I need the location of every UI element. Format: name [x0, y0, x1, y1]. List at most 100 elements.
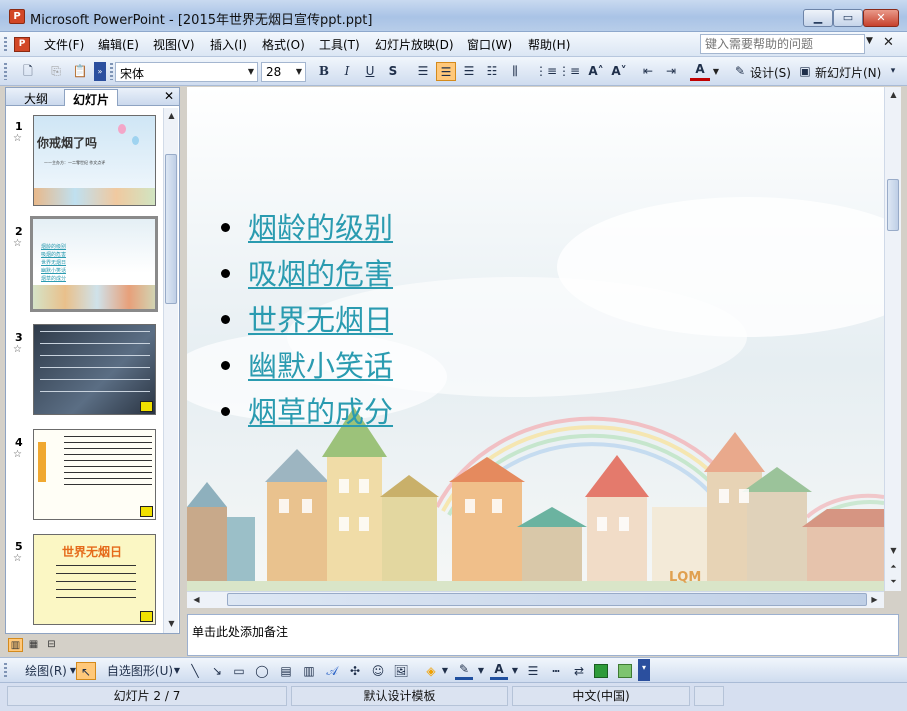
bullet-link[interactable]: 幽默小笑话 — [248, 349, 393, 383]
line-icon[interactable]: ╲ — [186, 662, 204, 680]
bullet-link[interactable]: 烟草的成分 — [248, 395, 393, 429]
new-document-icon[interactable]: 🗋 — [18, 62, 38, 81]
toolbar-gripper-2[interactable] — [110, 63, 113, 80]
diagram-icon[interactable]: ✣ — [346, 662, 364, 680]
menu-format[interactable]: 格式(O) — [262, 36, 305, 53]
copy-icon[interactable]: ⎘ — [46, 62, 66, 81]
toolbar-options-icon[interactable]: ▾ — [638, 659, 650, 681]
toolbar-options-icon[interactable]: » — [94, 62, 106, 81]
tab-outline[interactable]: 大纲 — [16, 89, 56, 106]
scrollbar-thumb[interactable] — [227, 593, 867, 606]
scroll-down-icon[interactable]: ▼ — [886, 543, 901, 558]
scroll-right-icon[interactable]: ▶ — [867, 592, 882, 607]
chevron-down-icon[interactable]: ▼ — [476, 662, 486, 680]
font-color-icon[interactable]: A — [690, 62, 710, 81]
bullets-icon[interactable]: ⋮≡ — [558, 62, 580, 81]
3d-style-icon[interactable] — [618, 664, 632, 678]
slide-horizontal-scrollbar[interactable]: ◀ ▶ — [187, 591, 884, 608]
new-slide-icon[interactable]: ▣ — [795, 62, 815, 81]
arrow-style-icon[interactable]: ⇄ — [570, 662, 588, 680]
clip-art-icon[interactable]: ☺ — [369, 662, 387, 680]
help-search-input[interactable] — [700, 34, 865, 54]
slide-vertical-scrollbar[interactable]: ▲ ▼ ⏶ ⏷ — [884, 87, 901, 591]
paste-icon[interactable]: 📋 — [70, 62, 90, 81]
menu-slideshow[interactable]: 幻灯片放映(D) — [375, 36, 454, 53]
font-color-icon[interactable]: A — [490, 662, 508, 680]
normal-view-icon[interactable]: ▥ — [8, 638, 23, 652]
numbering-icon[interactable]: ⋮≡ — [535, 62, 557, 81]
chevron-down-icon[interactable]: ▼ — [245, 64, 257, 80]
increase-font-icon[interactable]: A˄ — [586, 62, 606, 81]
chevron-down-icon[interactable]: ▼ — [293, 64, 305, 80]
align-right-icon[interactable]: ☰ — [459, 62, 479, 81]
notes-placeholder[interactable]: 单击此处添加备注 — [192, 623, 288, 640]
toolbar-gripper[interactable] — [4, 63, 7, 80]
slideshow-view-icon[interactable]: ⊟ — [44, 638, 59, 652]
design-icon[interactable]: ✎ — [730, 62, 750, 81]
select-objects-icon[interactable]: ↖ — [76, 662, 96, 680]
tab-slides[interactable]: 幻灯片 — [64, 89, 119, 107]
oval-icon[interactable]: ◯ — [253, 662, 271, 680]
new-slide-button[interactable]: 新幻灯片(N) — [815, 64, 881, 81]
menu-edit[interactable]: 编辑(E) — [98, 36, 139, 53]
next-slide-icon[interactable]: ⏷ — [886, 574, 901, 589]
decrease-font-icon[interactable]: A˅ — [609, 62, 629, 81]
autoshapes-button[interactable]: 自选图形(U) — [104, 662, 176, 680]
slide-thumbnail-1[interactable]: 你戒烟了吗 ——主办方：一二零世纪 作文点评 — [33, 115, 156, 206]
bullet-link[interactable]: 世界无烟日 — [248, 303, 393, 337]
close-document-icon[interactable]: ✕ — [883, 35, 894, 50]
align-left-icon[interactable]: ☰ — [413, 62, 433, 81]
decrease-indent-icon[interactable]: ⇤ — [638, 62, 658, 81]
slide-thumbnail-5[interactable]: 世界无烟日 — [33, 534, 156, 625]
document-icon[interactable]: P — [14, 37, 30, 52]
bold-icon[interactable]: B — [314, 62, 334, 81]
design-button[interactable]: 设计(S) — [750, 64, 791, 81]
scroll-left-icon[interactable]: ◀ — [189, 592, 204, 607]
slide-thumbnail-3[interactable] — [33, 324, 156, 415]
notes-pane[interactable]: 单击此处添加备注 — [187, 614, 899, 656]
previous-slide-icon[interactable]: ⏶ — [886, 559, 901, 574]
scroll-down-icon[interactable]: ▼ — [164, 616, 179, 631]
increase-indent-icon[interactable]: ⇥ — [661, 62, 681, 81]
design-template-status[interactable]: 默认设计模板 — [291, 686, 508, 706]
underline-icon[interactable]: U — [360, 62, 380, 81]
italic-icon[interactable]: I — [337, 62, 357, 81]
scrollbar-thumb[interactable] — [165, 154, 177, 304]
line-style-icon[interactable]: ☰ — [524, 662, 542, 680]
slide-canvas[interactable]: 烟龄的级别 吸烟的危害 世界无烟日 幽默小笑话 烟草的成分 LQM — [187, 87, 884, 591]
slide-thumbnail-4[interactable] — [33, 429, 156, 520]
distribute-icon[interactable]: ⫼ — [505, 62, 525, 81]
bullet-link[interactable]: 吸烟的危害 — [248, 257, 393, 291]
fill-color-icon[interactable]: ◈ — [422, 662, 440, 680]
close-button[interactable]: ✕ — [863, 9, 899, 27]
vertical-text-box-icon[interactable]: ▥ — [300, 662, 318, 680]
powerpoint-app-icon[interactable]: P — [9, 9, 25, 24]
slide-sorter-icon[interactable]: ▦ — [26, 638, 41, 652]
toolbar-options-icon-2[interactable]: ▾ — [886, 62, 900, 81]
justify-icon[interactable]: ☷ — [482, 62, 502, 81]
menu-insert[interactable]: 插入(I) — [210, 36, 247, 53]
bullet-link[interactable]: 烟龄的级别 — [248, 211, 393, 245]
chevron-down-icon[interactable]: ▼ — [440, 662, 450, 680]
chevron-down-icon[interactable]: ▼ — [510, 662, 520, 680]
menu-file[interactable]: 文件(F) — [44, 36, 84, 53]
menu-window[interactable]: 窗口(W) — [467, 36, 512, 53]
rectangle-icon[interactable]: ▭ — [230, 662, 248, 680]
font-name-select[interactable]: 宋体 — [115, 62, 258, 82]
arrow-line-icon[interactable]: ↘ — [208, 662, 226, 680]
line-color-icon[interactable]: ✎ — [455, 662, 473, 680]
minimize-button[interactable]: ▁ — [803, 9, 833, 27]
draw-menu-button[interactable]: 绘图(R) — [20, 662, 72, 680]
menu-help[interactable]: 帮助(H) — [528, 36, 570, 53]
picture-icon[interactable]: 🖼 — [392, 662, 410, 680]
scrollbar-thumb[interactable] — [887, 179, 899, 231]
text-box-icon[interactable]: ▤ — [277, 662, 295, 680]
shadow-style-icon[interactable] — [594, 664, 608, 678]
chevron-down-icon[interactable]: ▼ — [710, 64, 722, 80]
slide-thumbnail-2[interactable]: 烟龄的级别 吸烟的危害 世界无烟日 幽默小笑话 烟草的成分 — [30, 216, 158, 312]
menu-view[interactable]: 视图(V) — [153, 36, 195, 53]
maximize-button[interactable]: ▭ — [833, 9, 863, 27]
drawbar-gripper[interactable] — [4, 663, 7, 678]
chevron-down-icon[interactable]: ▼ — [866, 36, 873, 46]
scroll-up-icon[interactable]: ▲ — [886, 87, 901, 102]
